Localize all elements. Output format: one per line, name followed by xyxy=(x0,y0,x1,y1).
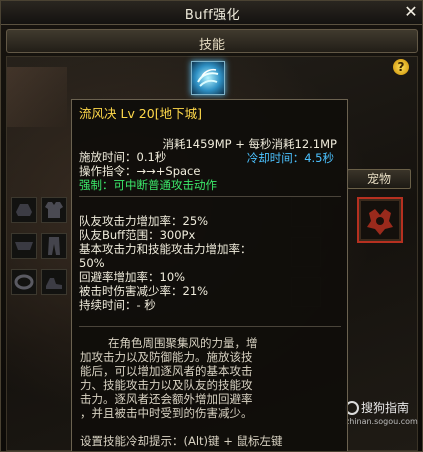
command: 操作指令：→→+Space xyxy=(79,164,201,178)
cast-time: 施放时间：0.1秒 xyxy=(79,150,167,164)
description-line: 击力。逐风者还会额外增加回避率 xyxy=(80,392,253,406)
description-line: 能后，可以增加逐风者的基本攻击 xyxy=(80,364,253,378)
watermark-text: 搜狗指南 xyxy=(361,401,410,415)
equipment-slot-pants[interactable] xyxy=(41,233,67,259)
stat-line: 队友Buff范围：300Px xyxy=(79,228,196,242)
stat-line: 基本攻击力和技能攻击力增加率： xyxy=(79,242,252,256)
buff-enhance-window: Buff强化 ✕ 技能 ? 宠物 搜狗指南 zhinan.sogou.com 流… xyxy=(0,0,423,452)
stat-line: 队友攻击力增加率：25% xyxy=(79,214,209,228)
equipment-slot-top[interactable] xyxy=(41,197,67,223)
constraint: 强制：可中断普通攻击动作 xyxy=(79,178,217,192)
close-button[interactable]: ✕ xyxy=(402,3,420,21)
stat-line: 回避率增加率：10% xyxy=(79,270,186,284)
help-icon[interactable]: ? xyxy=(393,59,409,75)
divider xyxy=(79,196,341,197)
stat-line: 持续时间：- 秒 xyxy=(79,298,156,312)
equipment-slot-belt[interactable] xyxy=(11,269,37,295)
description-line: 在角色周围聚集风的力量，增 xyxy=(108,336,258,350)
equipment-slot-shoes[interactable] xyxy=(41,269,67,295)
divider xyxy=(79,326,341,327)
cooldown-hint: 设置技能冷却提示：(Alt)键 + 鼠标左键 xyxy=(80,434,283,448)
equipment-slot-shoulder[interactable] xyxy=(11,233,37,259)
stat-line: 被击时伤害减少率：21% xyxy=(79,284,209,298)
skill-tooltip: 流风决 Lv 20[地下城] 消耗1459MP + 每秒消耗12.1MP 施放时… xyxy=(71,99,348,451)
cooldown: 冷却时间：4.5秒 xyxy=(246,151,334,165)
stat-line: 50% xyxy=(79,256,105,270)
watermark-url: zhinan.sogou.com xyxy=(345,417,418,426)
skill-name: 流风决 Lv 20[地下城] xyxy=(79,106,202,121)
description-line: 加攻击力以及防御能力。施放该技 xyxy=(80,350,253,364)
description-line: ，并且被击中时受到的伤害减少。 xyxy=(80,406,253,420)
sogou-watermark: 搜狗指南 zhinan.sogou.com xyxy=(345,399,422,429)
skill-description: 在角色周围聚集风的力量，增 加攻击力以及防御能力。施放该技 能后，可以增加逐风者… xyxy=(80,336,344,420)
skill-section-header: 技能 xyxy=(6,29,418,53)
wind-skill-icon[interactable] xyxy=(191,61,225,95)
background-decoration xyxy=(7,67,67,127)
pet-slot[interactable] xyxy=(357,197,403,243)
window-title: Buff强化 xyxy=(184,8,241,23)
description-line: 力、技能攻击力以及队友的技能攻 xyxy=(80,378,253,392)
equipment-slot-hat[interactable] xyxy=(11,197,37,223)
skill-section-label: 技能 xyxy=(198,38,225,53)
title-bar[interactable]: Buff强化 ✕ xyxy=(1,1,422,25)
pet-tab[interactable]: 宠物 xyxy=(347,169,411,189)
